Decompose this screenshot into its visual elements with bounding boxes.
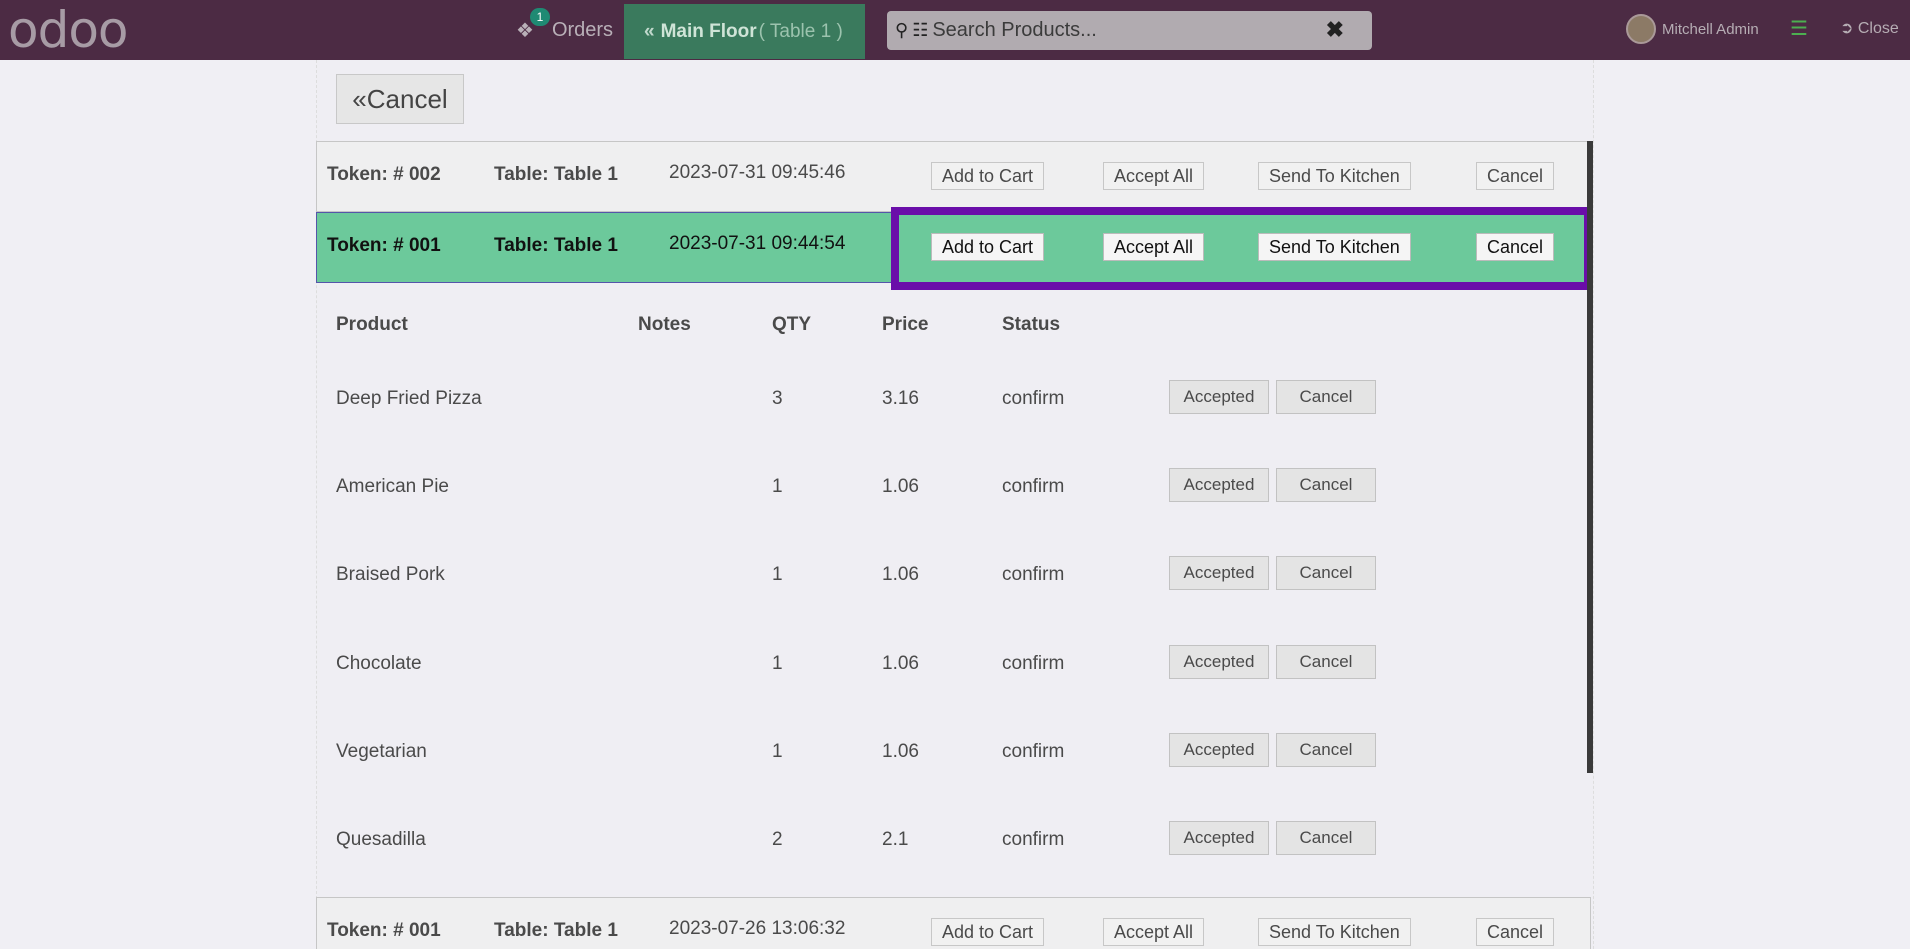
- add-to-cart-button[interactable]: Add to Cart: [931, 918, 1045, 946]
- close-label: Close: [1857, 20, 1899, 37]
- cancel-button[interactable]: «Cancel: [336, 74, 464, 124]
- order-lines-table: Product Notes QTY Price Status Deep Frie…: [316, 284, 1591, 894]
- floor-button[interactable]: « Main Floor ( Table 1 ): [624, 4, 865, 59]
- order-row[interactable]: Token: # 002 Table: Table 1 2023-07-31 0…: [316, 141, 1591, 212]
- order-token: Token: # 001: [327, 920, 441, 941]
- orders-label: Orders: [551, 18, 614, 41]
- table-row: Vegetarian 1 1.06 confirm Accepted Cance…: [316, 733, 1591, 773]
- status: confirm: [1002, 741, 1065, 762]
- accepted-button[interactable]: Accepted: [1169, 645, 1269, 679]
- status: confirm: [1002, 564, 1065, 585]
- top-bar: odoo ❖ 1 Orders « Main Floor ( Table 1 ) …: [0, 0, 1910, 60]
- table-row: Deep Fried Pizza 3 3.16 confirm Accepted…: [316, 380, 1591, 420]
- sign-out-icon: ➲: [1840, 20, 1854, 37]
- accept-all-button[interactable]: Accept All: [1103, 918, 1205, 946]
- send-to-kitchen-button[interactable]: Send To Kitchen: [1258, 918, 1411, 946]
- order-row[interactable]: Token: # 001 Table: Table 1 2023-07-26 1…: [316, 897, 1591, 949]
- accepted-button[interactable]: Accepted: [1169, 556, 1269, 590]
- close-button[interactable]: ➲ Close: [1840, 18, 1899, 38]
- price: 3.16: [882, 388, 919, 409]
- avatar: [1626, 14, 1656, 44]
- user-menu[interactable]: Mitchell Admin: [1626, 14, 1759, 44]
- highlight-box: [891, 207, 1592, 290]
- status: confirm: [1002, 829, 1065, 850]
- odoo-logo: odoo: [8, 1, 129, 59]
- order-cancel-button[interactable]: Cancel: [1476, 918, 1555, 946]
- wifi-icon: ☰: [1790, 18, 1808, 40]
- line-cancel-button[interactable]: Cancel: [1276, 645, 1376, 679]
- table-row: Quesadilla 2 2.1 confirm Accepted Cancel: [316, 821, 1591, 861]
- qty: 1: [772, 741, 783, 762]
- column-header-product: Product: [336, 314, 408, 335]
- table-row: Chocolate 1 1.06 confirm Accepted Cancel: [316, 645, 1591, 685]
- product-name: Deep Fried Pizza: [336, 388, 482, 409]
- send-to-kitchen-button[interactable]: Send To Kitchen: [1258, 162, 1411, 190]
- product-name: Vegetarian: [336, 741, 427, 762]
- order-date: 2023-07-26 13:06:32: [669, 918, 846, 939]
- search-icon: ⚲: [895, 20, 909, 40]
- qty: 1: [772, 653, 783, 674]
- price: 1.06: [882, 741, 919, 762]
- order-table: Table: Table 1: [494, 164, 618, 185]
- product-name: Quesadilla: [336, 829, 426, 850]
- tag-icon: ❖ 1: [516, 7, 550, 43]
- table-row: Braised Pork 1 1.06 confirm Accepted Can…: [316, 556, 1591, 596]
- price: 1.06: [882, 564, 919, 585]
- cancel-label: Cancel: [366, 83, 448, 114]
- column-header-qty: QTY: [772, 314, 812, 335]
- user-name: Mitchell Admin: [1662, 20, 1759, 38]
- order-date: 2023-07-31 09:45:46: [669, 162, 846, 183]
- line-cancel-button[interactable]: Cancel: [1276, 733, 1376, 767]
- qty: 2: [772, 829, 783, 850]
- qty: 3: [772, 388, 783, 409]
- add-to-cart-button[interactable]: Add to Cart: [931, 162, 1045, 190]
- search-input[interactable]: [932, 19, 1333, 42]
- double-chevron-left-icon: «: [352, 83, 367, 114]
- column-header-notes: Notes: [638, 314, 691, 335]
- floor-table-label: ( Table 1 ): [758, 20, 843, 42]
- clear-search-icon[interactable]: ✖: [1326, 17, 1344, 43]
- status: confirm: [1002, 653, 1065, 674]
- order-table: Table: Table 1: [494, 920, 618, 941]
- orders-count-badge: 1: [530, 7, 550, 26]
- column-header-status: Status: [1002, 314, 1061, 335]
- status: confirm: [1002, 476, 1065, 497]
- order-token: Token: # 002: [327, 164, 441, 185]
- double-chevron-left-icon: «: [644, 20, 655, 42]
- line-cancel-button[interactable]: Cancel: [1276, 556, 1376, 590]
- orders-button[interactable]: ❖ 1 Orders: [500, 4, 629, 56]
- floor-label: Main Floor: [660, 20, 757, 42]
- scrollbar[interactable]: [1587, 141, 1593, 773]
- accepted-button[interactable]: Accepted: [1169, 821, 1269, 855]
- qty: 1: [772, 476, 783, 497]
- price: 2.1: [882, 829, 909, 850]
- search-bar: ⚲ ☷ ✖: [887, 11, 1372, 50]
- line-cancel-button[interactable]: Cancel: [1276, 468, 1376, 502]
- line-cancel-button[interactable]: Cancel: [1276, 380, 1376, 414]
- price: 1.06: [882, 653, 919, 674]
- status: confirm: [1002, 388, 1065, 409]
- price: 1.06: [882, 476, 919, 497]
- accepted-button[interactable]: Accepted: [1169, 733, 1269, 767]
- order-token: Token: # 001: [327, 235, 441, 256]
- line-cancel-button[interactable]: Cancel: [1276, 821, 1376, 855]
- column-header-price: Price: [882, 314, 929, 335]
- accepted-button[interactable]: Accepted: [1169, 468, 1269, 502]
- order-table: Table: Table 1: [494, 235, 618, 256]
- order-cancel-button[interactable]: Cancel: [1476, 162, 1555, 190]
- order-date: 2023-07-31 09:44:54: [669, 233, 846, 254]
- accept-all-button[interactable]: Accept All: [1103, 162, 1205, 190]
- database-icon: ☷: [912, 20, 929, 40]
- qty: 1: [772, 564, 783, 585]
- accepted-button[interactable]: Accepted: [1169, 380, 1269, 414]
- product-name: Chocolate: [336, 653, 422, 674]
- product-name: Braised Pork: [336, 564, 445, 585]
- product-name: American Pie: [336, 476, 449, 497]
- table-row: American Pie 1 1.06 confirm Accepted Can…: [316, 468, 1591, 508]
